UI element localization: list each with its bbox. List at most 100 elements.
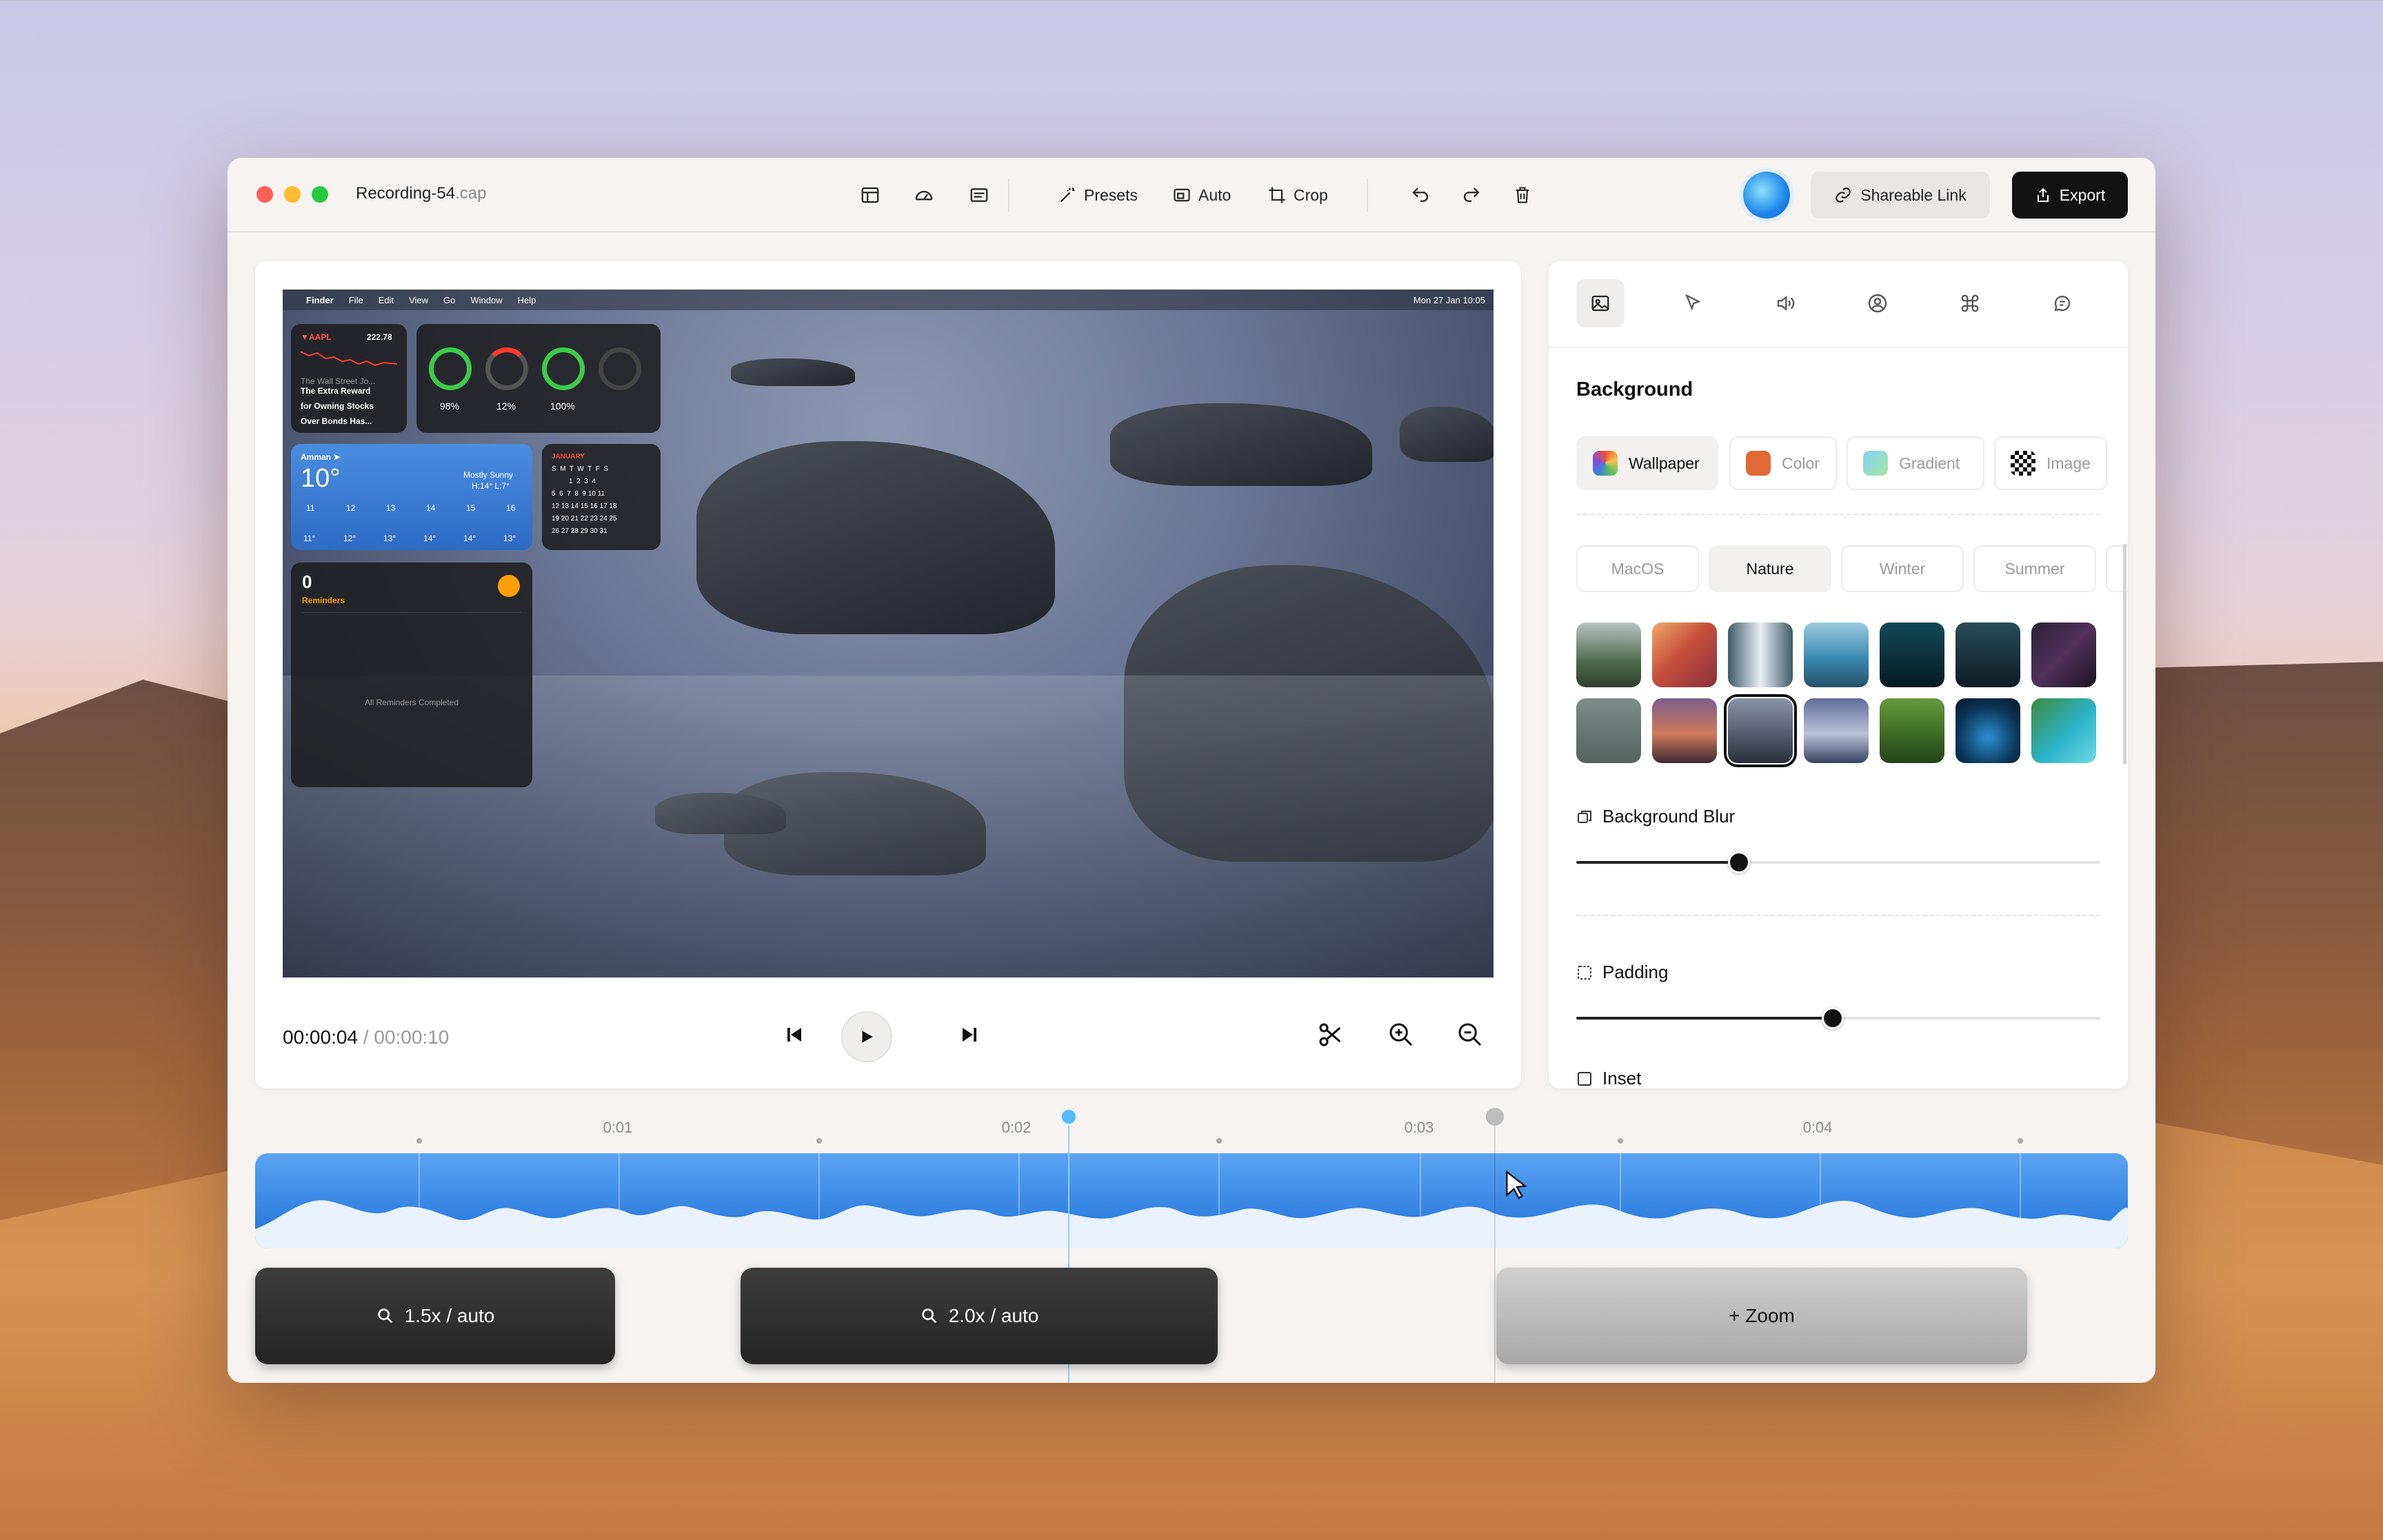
total-duration: 00:00:10 [374,1026,450,1048]
batteries-widget: 98% 12% 100% [416,324,661,433]
wallpaper-thumbnail-selected[interactable] [1724,694,1797,767]
wallpaper-thumbnail[interactable] [1804,622,1869,687]
wallpaper-thumbnail[interactable] [1652,622,1717,687]
wallpaper-thumbnail[interactable] [2031,698,2096,763]
stock-sparkline [301,351,397,367]
toolbar-divider [1367,179,1368,212]
menubar-item: Window [470,294,503,305]
tab-captions[interactable] [2038,279,2087,327]
wallpaper-thumbnail[interactable] [1728,622,1793,687]
zoom-in-icon[interactable] [1385,1018,1418,1051]
tab-shortcuts[interactable] [1946,279,1994,327]
category-label: Winter [1879,559,1926,578]
recording-frame[interactable]: Finder File Edit View Go Window Help Mon… [283,290,1494,977]
wallpaper-thumbnail[interactable] [1576,622,1641,687]
zoom-segment[interactable]: 1.5x / auto [255,1268,615,1364]
user-avatar[interactable] [1743,172,1790,219]
undo-icon[interactable] [1408,183,1433,207]
auto-zoom-icon [1174,188,1190,202]
news-headline: Over Bonds Has... [301,416,372,426]
waveform [255,1153,2128,1248]
crop-icon [1269,187,1285,203]
category-label: MacOS [1611,559,1665,578]
category-label: Nature [1746,559,1794,578]
menubar-item: Go [443,294,456,305]
share-label: Shareable Link [1860,185,1967,204]
bg-option-wallpaper[interactable]: Wallpaper [1576,436,1718,490]
wallpaper-thumbnail[interactable] [2031,622,2096,687]
hover-position-marker [1486,1108,1504,1126]
background-blur-slider[interactable] [1576,851,2100,873]
rock [1110,403,1372,486]
rock [731,358,855,386]
bg-option-gradient[interactable]: Gradient [1847,436,1984,490]
wallpaper-swatch-icon [1593,451,1618,476]
inset-label-text: Inset [1602,1068,1642,1088]
crop-button[interactable]: Crop [1267,181,1328,209]
wallpaper-thumbnail[interactable] [1955,698,2020,763]
play-button[interactable] [841,1011,892,1062]
weather-hour-temp: 13° [503,534,516,543]
wallpaper-thumbnail[interactable] [1804,698,1869,763]
tab-camera[interactable] [1853,279,1902,327]
wallpaper-thumbnail[interactable] [1880,698,1944,763]
slider-handle[interactable] [1727,851,1750,873]
zoom-segment-label: 1.5x / auto [404,1305,495,1326]
speed-gauge-icon[interactable] [912,183,936,207]
skip-back-icon[interactable] [778,1018,811,1051]
padding-slider[interactable] [1576,1007,2100,1029]
category-nature[interactable]: Nature [1709,545,1831,592]
user-circle-icon [1868,294,1887,313]
redo-icon[interactable] [1459,183,1484,207]
padding-label-text: Padding [1602,962,1669,982]
slider-handle[interactable] [1822,1007,1844,1029]
auto-label: Auto [1198,185,1231,204]
audio-waveform-track[interactable] [255,1153,2128,1248]
battery-percent: 100% [550,401,575,412]
hover-line [1494,1126,1496,1383]
captions-icon[interactable] [967,183,992,207]
bg-option-label: Color [1782,454,1820,472]
tab-cursor[interactable] [1669,279,1717,327]
close-window-button[interactable] [257,186,273,203]
zoom-out-icon[interactable] [1454,1018,1487,1051]
category-macos[interactable]: MacOS [1576,545,1699,592]
export-button[interactable]: Export [2012,172,2128,219]
layout-icon[interactable] [858,183,883,207]
rock [1400,407,1494,462]
wallpaper-thumbnail[interactable] [1880,622,1944,687]
menubar-item: File [348,294,363,305]
inset-square-icon [1578,1071,1591,1086]
playhead-handle[interactable] [1060,1108,1078,1126]
wallpaper-thumbnail[interactable] [1652,698,1717,763]
panel-scrollbar[interactable] [2123,544,2126,764]
padding-dashed-square-icon [1578,965,1591,980]
minimize-window-button[interactable] [284,186,301,203]
tab-background[interactable] [1576,279,1625,327]
tab-audio[interactable] [1761,279,1809,327]
presets-button[interactable]: Presets [1058,181,1138,209]
trash-icon[interactable] [1510,183,1535,207]
battery-ring [599,347,641,390]
playback-controls: 00:00:04 / 00:00:10 [283,1007,1494,1062]
bg-option-image[interactable]: Image [1994,436,2107,490]
zoom-segment[interactable]: 2.0x / auto [741,1268,1218,1364]
skip-forward-icon[interactable] [953,1018,986,1051]
wallpaper-thumbnail[interactable] [1576,698,1641,763]
category-winter[interactable]: Winter [1841,545,1964,592]
reminders-count: 0 [302,571,312,592]
maximize-window-button[interactable] [312,186,328,203]
ruler-tick [2018,1138,2023,1144]
section-divider [1576,915,2100,916]
category-summer[interactable]: Summer [1973,545,2096,592]
wallpaper-thumbnail[interactable] [1955,622,2020,687]
scissors-icon[interactable] [1314,1018,1347,1051]
news-headline: The Extra Reward [301,386,371,396]
zoom-segment-label: 2.0x / auto [948,1305,1039,1326]
auto-button[interactable]: Auto [1172,181,1231,209]
bg-option-color[interactable]: Color [1729,436,1837,490]
shareable-link-button[interactable]: Shareable Link [1811,172,1990,219]
editor-window: Recording-54.cap Presets Auto Crop Share… [228,158,2155,1383]
add-zoom-button[interactable]: + Zoom [1496,1268,2027,1364]
checker-image-icon [2011,451,2035,476]
